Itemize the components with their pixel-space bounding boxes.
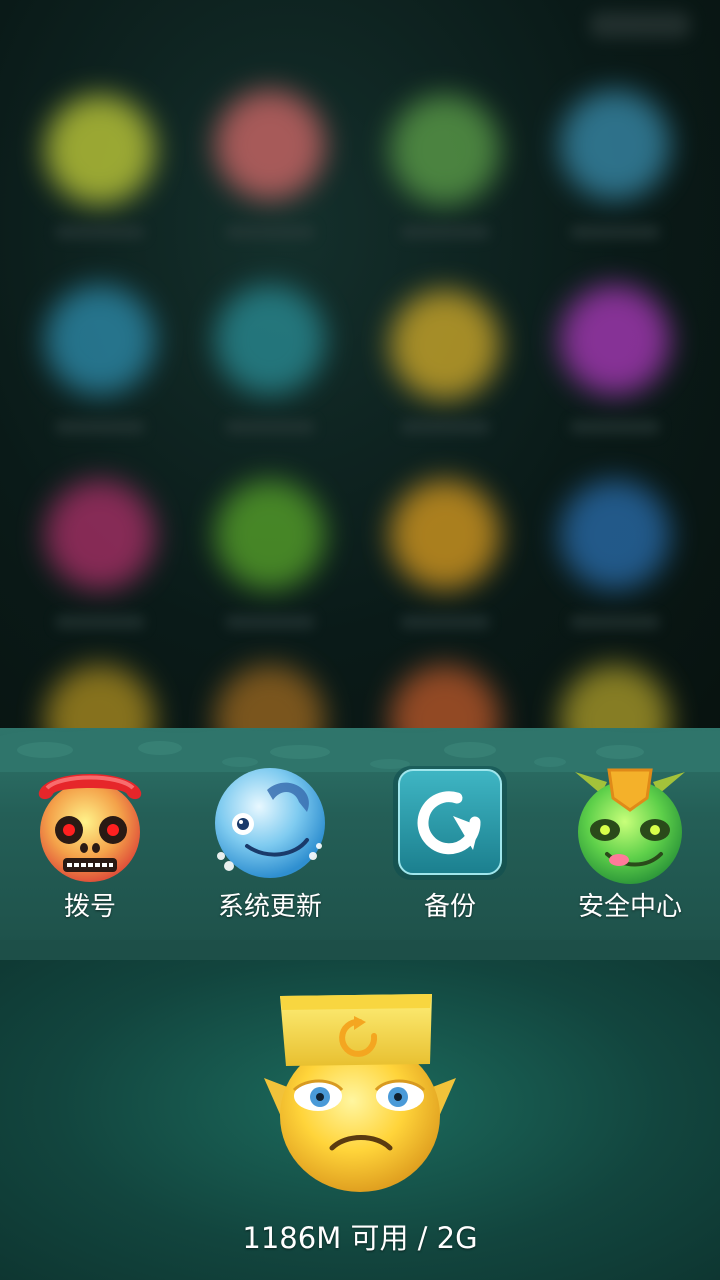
app-backup[interactable]: 备份 xyxy=(360,760,540,940)
blurred-app-icon xyxy=(560,480,670,590)
blurred-app-icon xyxy=(390,480,500,590)
green-alien-shield-icon xyxy=(575,768,685,884)
app-system-update[interactable]: 系统更新 xyxy=(180,760,360,940)
skull-phone-icon xyxy=(38,774,142,882)
blurred-app-icon xyxy=(390,95,500,205)
blurred-app-icon xyxy=(560,285,670,395)
blurred-app-label xyxy=(570,420,660,434)
app-dialer[interactable]: 拨号 xyxy=(0,760,180,940)
blurred-app-label xyxy=(55,225,145,239)
backup-refresh-icon xyxy=(393,766,507,880)
blurred-app-label xyxy=(400,420,490,434)
blurred-app-label xyxy=(400,615,490,629)
app-security-center[interactable]: 安全中心 xyxy=(540,760,720,940)
blurred-app-label xyxy=(225,420,315,434)
app-label: 拨号 xyxy=(63,892,116,922)
app-label: 安全中心 xyxy=(577,892,682,922)
blurred-app-icon xyxy=(45,285,155,395)
app-label: 系统更新 xyxy=(217,892,322,922)
memory-usage-text: 1186M 可用 / 2G xyxy=(242,1221,478,1255)
blurred-app-icon xyxy=(45,480,155,590)
blurred-app-label xyxy=(55,420,145,434)
blue-fish-update-icon xyxy=(215,768,325,878)
sad-face-cleaner-icon[interactable] xyxy=(250,988,470,1198)
blurred-app-icon xyxy=(45,95,155,205)
blurred-app-icon xyxy=(215,90,325,200)
app-label: 备份 xyxy=(423,892,476,922)
blurred-app-icon xyxy=(560,90,670,200)
blurred-app-label xyxy=(225,225,315,239)
blurred-app-icon xyxy=(215,285,325,395)
blurred-app-label xyxy=(400,225,490,239)
blurred-app-icon xyxy=(215,480,325,590)
blurred-app-icon xyxy=(390,290,500,400)
blurred-app-label xyxy=(570,615,660,629)
status-bar-blur xyxy=(590,12,690,38)
blurred-app-label xyxy=(225,615,315,629)
blurred-app-label xyxy=(570,225,660,239)
blurred-home-screen-background xyxy=(0,0,720,760)
blurred-app-label xyxy=(55,615,145,629)
